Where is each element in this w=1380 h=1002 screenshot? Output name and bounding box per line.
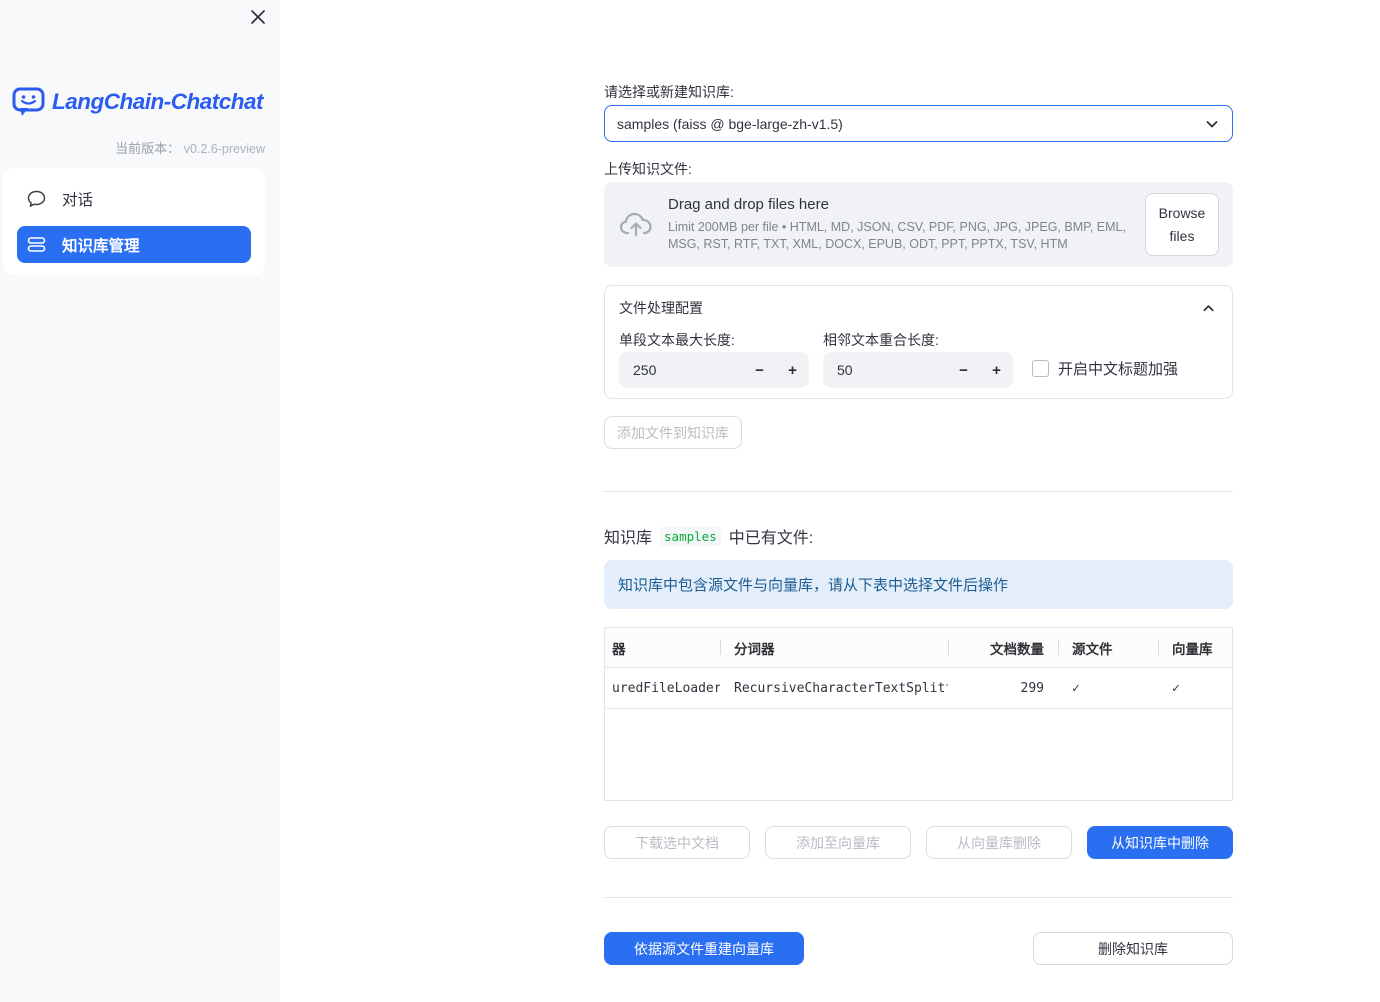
file-actions-row: 下载选中文档 添加至向量库 从向量库删除 从知识库中删除 — [604, 826, 1233, 859]
file-config-expander: 文件处理配置 单段文本最大长度: 相邻文本重合长度: 250 − + 50 − … — [604, 285, 1233, 399]
browse-files-button[interactable]: Browse files — [1145, 193, 1219, 256]
app-logo: LangChain-Chatchat — [12, 86, 264, 118]
zh-title-enhance-label: 开启中文标题加强 — [1058, 361, 1179, 378]
chunk-minus-button[interactable]: − — [743, 352, 776, 388]
chunk-size-label: 单段文本最大长度: — [619, 332, 735, 348]
info-banner: 知识库中包含源文件与向量库，请从下表中选择文件后操作 — [604, 560, 1233, 609]
nav-item-knowledge-base-label: 知识库管理 — [62, 237, 140, 255]
chevron-up-icon — [1201, 301, 1216, 316]
upload-label: 上传知识文件: — [604, 161, 692, 177]
cell-vector-store-check: ✓ — [1172, 680, 1180, 696]
kb-files-heading-suffix: 中已有文件: — [728, 530, 814, 547]
add-files-to-kb-button[interactable]: 添加文件到知识库 — [604, 416, 742, 449]
divider — [604, 897, 1233, 898]
divider — [604, 491, 1233, 492]
knowledge-base-icon — [27, 236, 46, 253]
version-value: v0.2.6-preview — [183, 142, 265, 156]
dropzone-title: Drag and drop files here — [668, 196, 829, 214]
info-banner-text: 知识库中包含源文件与向量库，请从下表中选择文件后操作 — [618, 577, 1009, 594]
col-header-loader-clipped: 器 — [612, 641, 626, 657]
kb-select-value: samples (faiss @ bge-large-zh-v1.5) — [617, 115, 843, 132]
rebuild-vectorstore-button[interactable]: 依据源文件重建向量库 — [604, 932, 804, 965]
col-header-source-file: 源文件 — [1058, 628, 1158, 667]
cell-doc-count: 299 — [1020, 680, 1044, 696]
chunk-size-input[interactable]: 250 − + — [619, 352, 809, 388]
kb-name-code: samples — [660, 526, 721, 546]
nav-menu: 对话 知识库管理 — [3, 168, 265, 275]
main-content: 请选择或新建知识库: samples (faiss @ bge-large-zh… — [604, 0, 1233, 1002]
table-header-row: 器 分词器 文档数量 源文件 向量库 — [605, 628, 1232, 668]
kb-select-label: 请选择或新建知识库: — [604, 84, 734, 100]
nav-item-chat[interactable]: 对话 — [17, 180, 251, 217]
col-header-doc-count: 文档数量 — [948, 628, 1058, 667]
upload-cloud-icon — [618, 209, 654, 241]
sidebar: LangChain-Chatchat 当前版本： v0.2.6-preview … — [0, 0, 280, 1002]
nav-item-knowledge-base[interactable]: 知识库管理 — [17, 226, 251, 263]
overlap-size-input[interactable]: 50 − + — [823, 352, 1013, 388]
nav-item-chat-label: 对话 — [62, 191, 94, 209]
delete-kb-button[interactable]: 删除知识库 — [1033, 932, 1233, 965]
expander-title: 文件处理配置 — [619, 300, 703, 316]
delete-from-vectorstore-button[interactable]: 从向量库删除 — [926, 826, 1072, 859]
dropzone-instructions: Drag and drop files here Limit 200MB per… — [668, 196, 1135, 253]
version-info: 当前版本： v0.2.6-preview — [115, 138, 265, 157]
chunk-size-value: 250 — [633, 362, 657, 378]
dropzone-hint: Limit 200MB per file • HTML, MD, JSON, C… — [668, 220, 1126, 251]
zh-title-enhance-row: 开启中文标题加强 — [1032, 358, 1178, 379]
table-row[interactable]: uredFileLoader RecursiveCharacterTextSpl… — [605, 668, 1232, 709]
expander-header[interactable]: 文件处理配置 — [605, 286, 1232, 318]
logo-text: LangChain-Chatchat — [52, 89, 264, 114]
col-header-vector-store: 向量库 — [1158, 628, 1232, 667]
kb-files-table[interactable]: 器 分词器 文档数量 源文件 向量库 uredFileLoader Recurs… — [604, 627, 1233, 801]
version-label: 当前版本： — [115, 141, 181, 156]
overlap-size-label: 相邻文本重合长度: — [823, 332, 939, 348]
overlap-size-value: 50 — [837, 362, 853, 378]
chevron-down-icon — [1204, 116, 1220, 132]
cell-loader: uredFileLoader — [612, 680, 720, 696]
file-dropzone[interactable]: Drag and drop files here Limit 200MB per… — [604, 182, 1233, 267]
col-header-splitter: 分词器 — [720, 628, 948, 667]
delete-from-kb-button[interactable]: 从知识库中删除 — [1087, 826, 1233, 859]
close-sidebar-icon[interactable] — [249, 8, 267, 26]
kb-select[interactable]: samples (faiss @ bge-large-zh-v1.5) — [604, 105, 1233, 142]
add-to-vectorstore-button[interactable]: 添加至向量库 — [765, 826, 911, 859]
cell-source-file-check: ✓ — [1072, 680, 1080, 696]
logo-chat-icon — [12, 86, 45, 118]
cell-splitter: RecursiveCharacterTextSplitter — [734, 680, 948, 696]
overlap-minus-button[interactable]: − — [947, 352, 980, 388]
overlap-plus-button[interactable]: + — [980, 352, 1013, 388]
kb-files-heading: 知识库 samples 中已有文件: — [604, 524, 1233, 548]
download-selected-button[interactable]: 下载选中文档 — [604, 826, 750, 859]
chunk-plus-button[interactable]: + — [776, 352, 809, 388]
chat-bubble-icon — [27, 190, 46, 208]
zh-title-enhance-checkbox[interactable] — [1032, 360, 1049, 377]
kb-files-heading-prefix: 知识库 — [604, 530, 653, 547]
